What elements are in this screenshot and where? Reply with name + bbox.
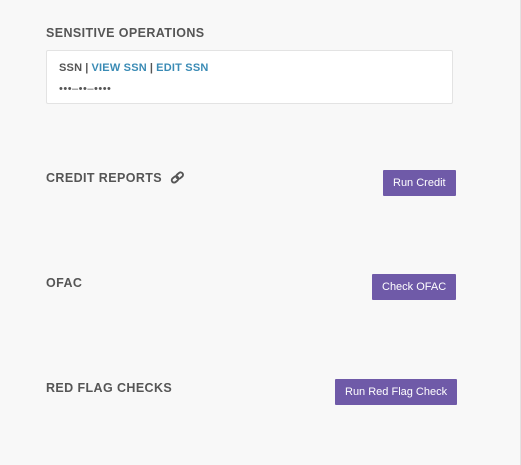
run-red-flag-check-button[interactable]: Run Red Flag Check (335, 379, 458, 405)
separator: | (85, 62, 89, 74)
ssn-actions-line: SSN | VIEW SSN | EDIT SSN (59, 62, 209, 74)
check-ofac-button[interactable]: Check OFAC (372, 274, 457, 300)
credit-reports-title: CREDIT REPORTS (46, 171, 163, 185)
red-flag-checks-title: RED FLAG CHECKS (46, 381, 173, 395)
ssn-label: SSN (59, 62, 83, 74)
link-icon[interactable] (170, 171, 185, 187)
credit-reports-heading: CREDIT REPORTS (46, 171, 185, 187)
sensitive-operations-title: SENSITIVE OPERATIONS (46, 26, 205, 40)
ssn-card: SSN | VIEW SSN | EDIT SSN •••–••–•••• (46, 50, 453, 104)
edit-ssn-link[interactable]: EDIT SSN (156, 62, 208, 74)
ofac-title: OFAC (46, 276, 83, 290)
view-ssn-link[interactable]: VIEW SSN (92, 62, 147, 74)
separator: | (149, 62, 154, 74)
ssn-masked-value: •••–••–•••• (59, 83, 112, 95)
run-credit-button[interactable]: Run Credit (383, 170, 456, 196)
